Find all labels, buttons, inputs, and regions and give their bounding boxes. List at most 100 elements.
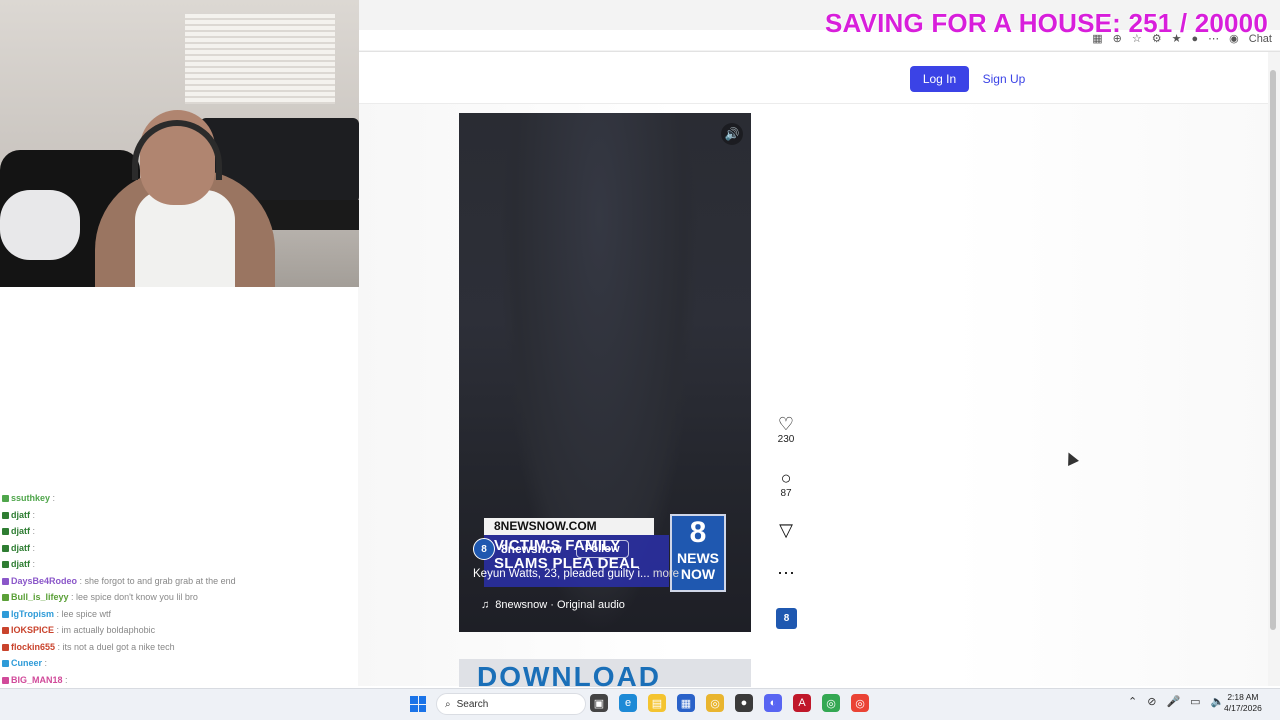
audio-row[interactable]: ♫ 8newsnow · Original audio [481,599,625,611]
obs-icon[interactable]: ● [735,694,753,712]
comment-action[interactable]: ○ 87 [770,468,802,499]
chat-username: djatf [11,526,30,536]
display-icon[interactable]: ▭ [1190,695,1200,708]
comment-count: 87 [780,488,792,499]
edge-icon[interactable]: e [619,694,637,712]
chat-text: : its not a duel got a nike tech [57,641,175,652]
volume-icon[interactable]: 🔊 [721,123,743,145]
chat-message: Bull_is_lifeyy : lee spice don't know yo… [2,589,362,606]
chat-badge-icon [2,594,9,602]
chat-username: ssuthkey [11,493,51,503]
more-options-icon[interactable]: ⋯ [770,563,802,583]
brand-url: 8NEWSNOW.COM [484,518,654,535]
taskbar-search[interactable]: ⌕ Search [436,693,586,715]
chat-badge-icon [2,561,9,569]
chat-text: : [52,493,56,503]
like-count: 230 [777,434,795,445]
signup-button[interactable]: Sign Up [980,66,1028,92]
chat-message: flockin655 : its not a duel got a nike t… [2,639,362,656]
stream-chat: ssuthkey : djatf : djatf : djatf : djatf : Da… [2,490,362,705]
chat-text: : lee spice wtf [56,608,112,619]
chat-username: IOKSPICE [11,625,55,635]
caption-text: Keyun Watts, 23, pleaded guilty i... [473,568,650,580]
chat-username: flockin655 [11,641,56,652]
chrome-icon[interactable]: ◎ [706,694,724,712]
clock-time: 2:18 AM [1227,692,1259,702]
stream-goal-overlay: SAVING FOR A HOUSE: 251 / 20000 [824,8,1268,38]
chat-message: ssuthkey : [2,490,362,507]
chat-text: : [32,542,36,553]
taskbar-clock[interactable]: 2:18 AM 4/17/2026 [1224,692,1262,714]
news-logo: 8 NEWS NOW [670,514,726,592]
next-video-preview[interactable]: DOWNLOAD [459,659,751,687]
tray-chevron-icon[interactable]: ⌃ [1128,695,1137,708]
heart-icon[interactable]: ♡ [770,414,802,434]
chat-badge-icon [2,544,9,552]
speaker-icon[interactable]: 🔈 [1211,695,1225,708]
network-icon[interactable]: ⊘ [1147,695,1156,708]
store-icon[interactable]: ▦ [677,694,695,712]
more-link[interactable]: more [653,568,679,580]
windows-start-icon[interactable] [410,696,426,712]
search-label: Search [456,698,489,710]
chat-message: lgTropism : lee spice wtf [2,606,362,623]
chat-message: djatf : [2,523,362,540]
chat-message: djatf : [2,507,362,524]
login-button[interactable]: Log In [910,66,969,92]
chat-text: : [65,674,68,685]
logo-text-1: NEWS [677,550,719,566]
chat-message: IOKSPICE : im actually boldaphobic [2,622,362,639]
discord-icon[interactable]: ◐ [764,694,782,712]
like-action[interactable]: ♡ 230 [770,414,802,445]
chat-username: djatf [11,509,30,520]
chat-message: djatf : [2,556,362,573]
music-note-icon: ♫ [481,599,490,611]
webcam-overlay [0,0,359,287]
chat-badge-icon [2,511,9,519]
chat-text: : [32,559,36,569]
send-icon[interactable]: ▽ [770,520,802,540]
channel-thumbnail[interactable]: 8 [776,608,797,629]
taskbar-apps: ▣ e ▤ ▦ ◎ ● ◐ A ◎ ◎ [590,694,869,712]
video-player[interactable]: 🔊 8NEWSNOW.COM VICTIM'S FAMILY SLAMS PLE… [459,113,751,632]
comment-icon[interactable]: ○ [770,468,802,488]
chat-text: : [44,658,48,668]
chrome-profile-icon[interactable]: ◎ [822,694,840,712]
chat-username: Bull_is_lifeyy [11,592,69,602]
chat-username: BIG_MAN18 [11,674,63,685]
audio-label[interactable]: 8newsnow · Original audio [495,599,625,611]
chat-badge-icon [2,495,9,503]
scrollbar-thumb[interactable] [1270,70,1276,630]
file-explorer-icon[interactable]: ▤ [648,694,666,712]
chat-text: : [32,509,36,520]
site-header [358,52,1270,104]
account-avatar[interactable]: 8 [473,538,495,560]
chat-text: : [32,526,36,536]
share-action[interactable]: ▽ [770,520,802,540]
follow-button[interactable]: Follow [575,540,629,558]
acrobat-icon[interactable]: A [793,694,811,712]
chat-message: djatf : [2,540,362,557]
more-action[interactable]: ⋯ [770,563,802,583]
microphone-icon[interactable]: 🎤 [1166,695,1180,708]
chat-badge-icon [2,528,9,536]
webcam-blinds [185,14,335,104]
logo-number: 8 [689,516,707,549]
chrome-alt-icon[interactable]: ◎ [851,694,869,712]
chat-badge-icon [2,660,9,668]
video-caption: Keyun Watts, 23, pleaded guilty i... mor… [473,568,743,580]
chat-text: : im actually boldaphobic [56,625,156,635]
account-name[interactable]: 8newsnow [501,542,562,556]
chat-text: : lee spice don't know you lil bro [71,592,198,602]
chat-message: BIG_MAN18 : [2,672,362,689]
system-tray: ⌃ ⊘ 🎤 ▭ 🔈 [1128,695,1224,708]
chat-username: djatf [11,559,30,569]
task-view-icon[interactable]: ▣ [590,694,608,712]
chat-badge-icon [2,643,9,651]
next-video-text: DOWNLOAD [477,661,661,687]
account-row: 8 8newsnow Follow [473,537,629,561]
webcam-cloth [0,190,80,260]
chat-message: DaysBe4Rodeo : she forgot to and grab gr… [2,573,362,590]
chat-username: lgTropism [11,608,55,619]
chat-badge-icon [2,610,9,618]
